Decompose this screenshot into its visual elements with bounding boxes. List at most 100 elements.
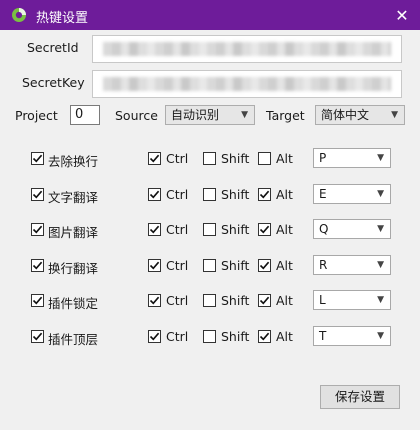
- alt-checkbox[interactable]: [258, 259, 271, 272]
- key-select[interactable]: E ▼: [313, 184, 391, 204]
- checkmark-icon: [259, 190, 270, 199]
- secret-key-field[interactable]: [92, 70, 402, 98]
- shift-label: Shift: [221, 258, 250, 273]
- alt-label: Alt: [276, 222, 293, 237]
- checkmark-icon: [149, 190, 160, 199]
- checkmark-icon: [32, 261, 43, 270]
- source-select[interactable]: 自动识别 ▼: [165, 105, 255, 125]
- checkmark-icon: [32, 190, 43, 199]
- key-select[interactable]: T ▼: [313, 326, 391, 346]
- shift-label: Shift: [221, 151, 250, 166]
- alt-checkbox[interactable]: [258, 330, 271, 343]
- app-logo-icon: [11, 7, 27, 23]
- checkmark-icon: [32, 296, 43, 305]
- ctrl-checkbox[interactable]: [148, 152, 161, 165]
- ctrl-checkbox[interactable]: [148, 330, 161, 343]
- key-value: Q: [319, 222, 329, 236]
- ctrl-label: Ctrl: [166, 151, 189, 166]
- chevron-down-icon: ▼: [377, 189, 384, 199]
- shift-label: Shift: [221, 329, 250, 344]
- redacted-value: [103, 42, 391, 56]
- enable-checkbox[interactable]: [31, 294, 44, 307]
- enable-checkbox[interactable]: [31, 330, 44, 343]
- key-value: R: [319, 258, 328, 272]
- checkmark-icon: [32, 332, 43, 341]
- ctrl-label: Ctrl: [166, 329, 189, 344]
- target-select[interactable]: 简体中文 ▼: [315, 105, 405, 125]
- chevron-down-icon: ▼: [377, 295, 384, 305]
- close-button[interactable]: ✕: [384, 0, 420, 30]
- checkmark-icon: [32, 225, 43, 234]
- alt-checkbox[interactable]: [258, 152, 271, 165]
- alt-checkbox[interactable]: [258, 188, 271, 201]
- checkmark-icon: [149, 261, 160, 270]
- key-select[interactable]: P ▼: [313, 148, 391, 168]
- checkmark-icon: [32, 154, 43, 163]
- source-value: 自动识别: [171, 108, 220, 122]
- shift-checkbox[interactable]: [203, 188, 216, 201]
- close-icon: ✕: [395, 5, 409, 25]
- chevron-down-icon: ▼: [377, 331, 384, 341]
- project-input[interactable]: 0: [70, 105, 100, 125]
- checkmark-icon: [149, 154, 160, 163]
- ctrl-label: Ctrl: [166, 222, 189, 237]
- shift-label: Shift: [221, 293, 250, 308]
- checkmark-icon: [149, 332, 160, 341]
- hotkey-label: 文字翻译: [48, 190, 99, 205]
- key-value: P: [319, 151, 327, 165]
- enable-checkbox[interactable]: [31, 152, 44, 165]
- shift-checkbox[interactable]: [203, 330, 216, 343]
- hotkey-label: 插件顶层: [48, 332, 99, 347]
- shift-label: Shift: [221, 222, 250, 237]
- checkmark-icon: [259, 261, 270, 270]
- key-select[interactable]: R ▼: [313, 255, 391, 275]
- ctrl-label: Ctrl: [166, 258, 189, 273]
- alt-checkbox[interactable]: [258, 223, 271, 236]
- secret-id-field[interactable]: [92, 35, 402, 63]
- enable-checkbox[interactable]: [31, 259, 44, 272]
- chevron-down-icon: ▼: [391, 110, 398, 120]
- key-select[interactable]: Q ▼: [313, 219, 391, 239]
- save-settings-button[interactable]: 保存设置: [320, 385, 400, 409]
- project-label: Project: [15, 108, 58, 123]
- key-select[interactable]: L ▼: [313, 290, 391, 310]
- hotkey-label: 去除换行: [48, 154, 99, 169]
- shift-checkbox[interactable]: [203, 223, 216, 236]
- ctrl-label: Ctrl: [166, 293, 189, 308]
- key-value: E: [319, 187, 327, 201]
- source-label: Source: [115, 108, 158, 123]
- checkmark-icon: [259, 225, 270, 234]
- chevron-down-icon: ▼: [241, 110, 248, 120]
- key-value: T: [319, 329, 327, 343]
- target-label: Target: [266, 108, 305, 123]
- shift-checkbox[interactable]: [203, 259, 216, 272]
- ctrl-checkbox[interactable]: [148, 188, 161, 201]
- enable-checkbox[interactable]: [31, 188, 44, 201]
- enable-checkbox[interactable]: [31, 223, 44, 236]
- hotkey-label: 插件锁定: [48, 296, 99, 311]
- hotkey-settings-window: 热键设置 ✕ SecretId SecretKey Project 0 Sour…: [0, 0, 420, 430]
- checkmark-icon: [259, 296, 270, 305]
- key-value: L: [319, 293, 326, 307]
- ctrl-checkbox[interactable]: [148, 223, 161, 236]
- shift-checkbox[interactable]: [203, 294, 216, 307]
- title-bar: 热键设置 ✕: [0, 0, 420, 30]
- alt-label: Alt: [276, 187, 293, 202]
- ctrl-checkbox[interactable]: [148, 294, 161, 307]
- alt-checkbox[interactable]: [258, 294, 271, 307]
- alt-label: Alt: [276, 293, 293, 308]
- alt-label: Alt: [276, 151, 293, 166]
- shift-checkbox[interactable]: [203, 152, 216, 165]
- redacted-value: [103, 77, 391, 91]
- window-title: 热键设置: [36, 11, 89, 26]
- chevron-down-icon: ▼: [377, 260, 384, 270]
- chevron-down-icon: ▼: [377, 224, 384, 234]
- alt-label: Alt: [276, 329, 293, 344]
- checkmark-icon: [149, 296, 160, 305]
- shift-label: Shift: [221, 187, 250, 202]
- checkmark-icon: [149, 225, 160, 234]
- hotkey-label: 图片翻译: [48, 225, 99, 240]
- checkmark-icon: [259, 332, 270, 341]
- alt-label: Alt: [276, 258, 293, 273]
- ctrl-checkbox[interactable]: [148, 259, 161, 272]
